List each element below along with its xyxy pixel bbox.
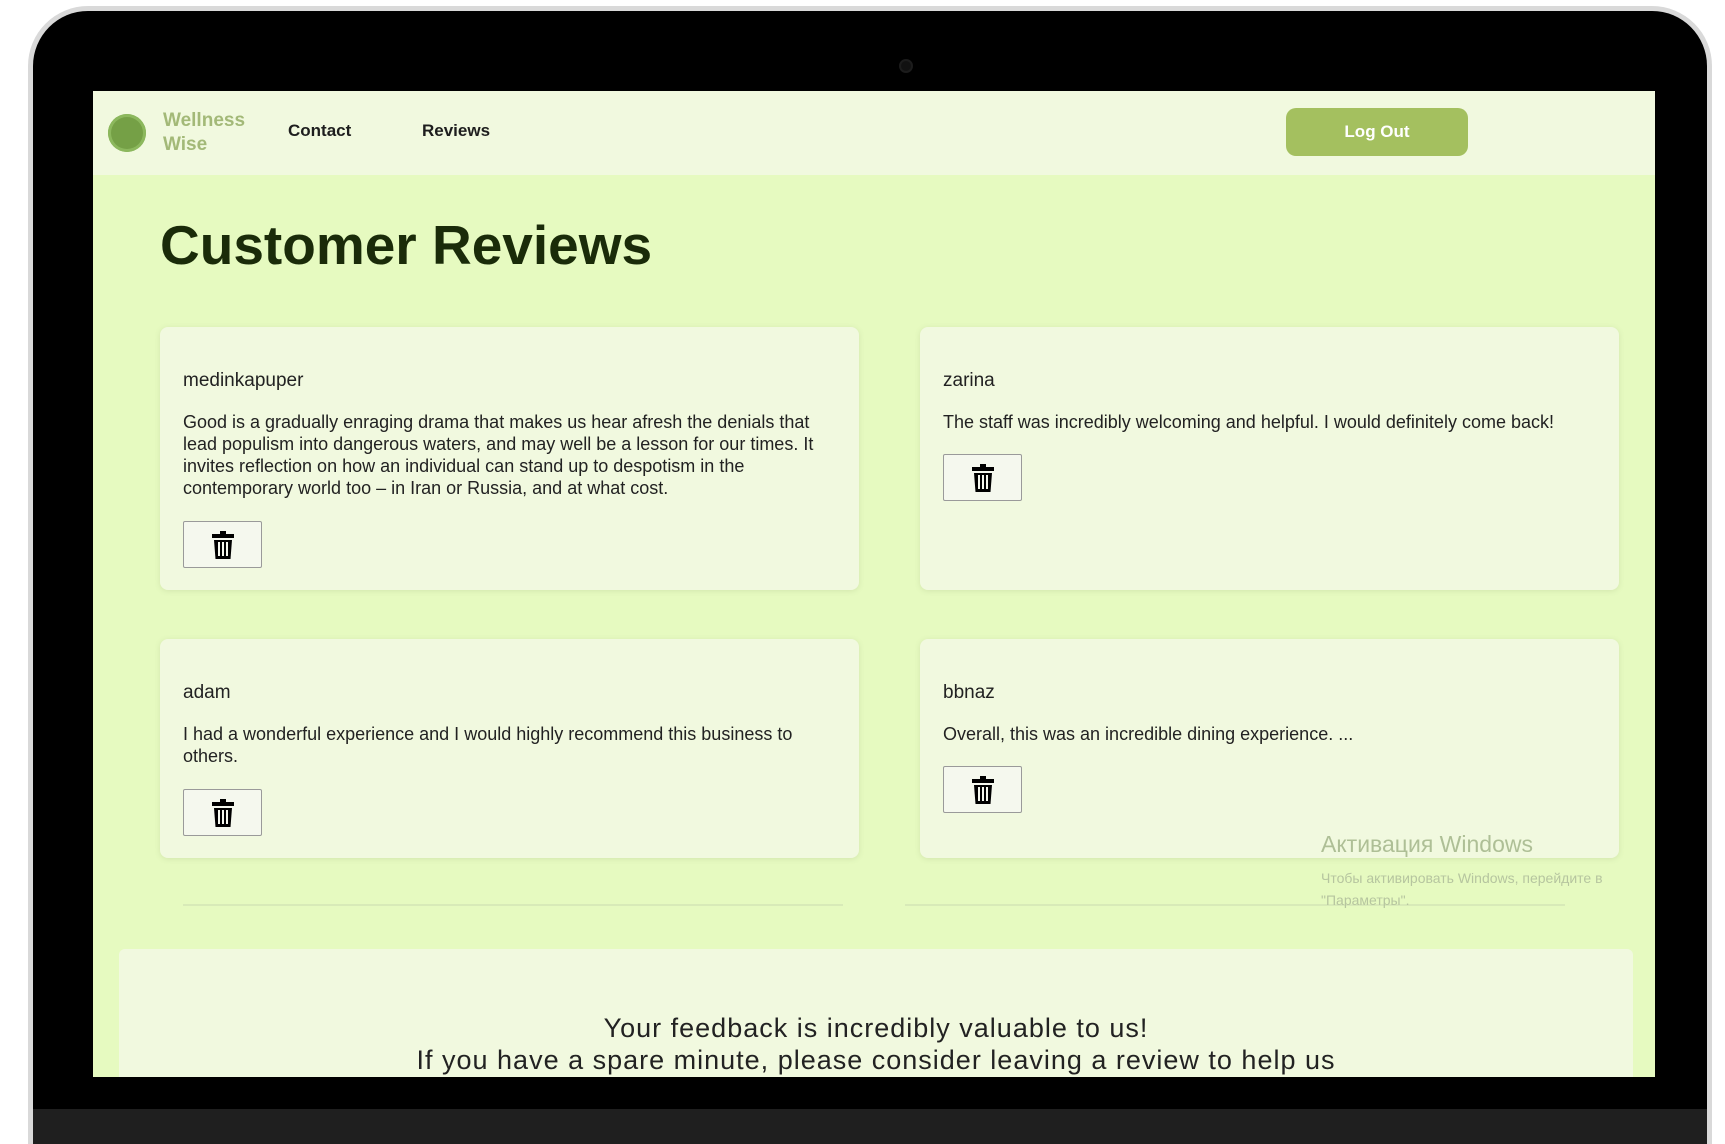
laptop-base (33, 1109, 1707, 1144)
logo-icon[interactable] (108, 114, 146, 152)
windows-activation-line: "Параметры". (1321, 892, 1410, 908)
review-username: medinkapuper (183, 370, 304, 391)
delete-review-button[interactable] (943, 454, 1022, 501)
feedback-subtext: If you have a spare minute, please consi… (416, 1045, 1336, 1075)
trash-icon (211, 530, 234, 559)
review-card: adam I had a wonderful experience and I … (160, 639, 859, 858)
logout-button[interactable]: Log Out (1286, 108, 1468, 156)
trash-icon (211, 798, 234, 827)
screen: Wellness Wise Contact Reviews Log Out Cu… (93, 91, 1655, 1077)
delete-review-button[interactable] (183, 789, 262, 836)
review-card: zarina The staff was incredibly welcomin… (920, 327, 1619, 590)
review-card: bbnaz Overall, this was an incredible di… (920, 639, 1619, 858)
review-text: Overall, this was an incredible dining e… (943, 724, 1354, 744)
review-username: bbnaz (943, 682, 995, 703)
page-title: Customer Reviews (160, 214, 653, 276)
trash-icon (971, 775, 994, 804)
windows-activation-line: Чтобы активировать Windows, перейдите в (1321, 870, 1603, 886)
review-username: zarina (943, 370, 995, 391)
delete-review-button[interactable] (183, 521, 262, 568)
feedback-heading: Your feedback is incredibly valuable to … (603, 1013, 1149, 1043)
review-text: The staff was incredibly welcoming and h… (943, 412, 1554, 432)
delete-review-button[interactable] (943, 766, 1022, 813)
windows-activation-title: Активация Windows (1321, 831, 1533, 857)
nav-link-contact[interactable]: Contact (288, 121, 351, 141)
review-card: medinkapuper Good is a gradually enragin… (160, 327, 859, 590)
review-text: I had a wonderful experience and I would… (183, 724, 793, 766)
divider (183, 904, 843, 906)
brand-name[interactable]: Wellness Wise (163, 109, 273, 157)
review-username: adam (183, 682, 231, 703)
review-text: Good is a gradually enraging drama that … (183, 412, 814, 498)
windows-activation-text: Чтобы активировать Windows, перейдите в … (1321, 867, 1655, 911)
webcam (899, 59, 913, 73)
feedback-panel: Your feedback is incredibly valuable to … (119, 949, 1633, 1077)
nav-link-reviews[interactable]: Reviews (422, 121, 490, 141)
navbar: Wellness Wise Contact Reviews Log Out (93, 91, 1655, 175)
trash-icon (971, 463, 994, 492)
